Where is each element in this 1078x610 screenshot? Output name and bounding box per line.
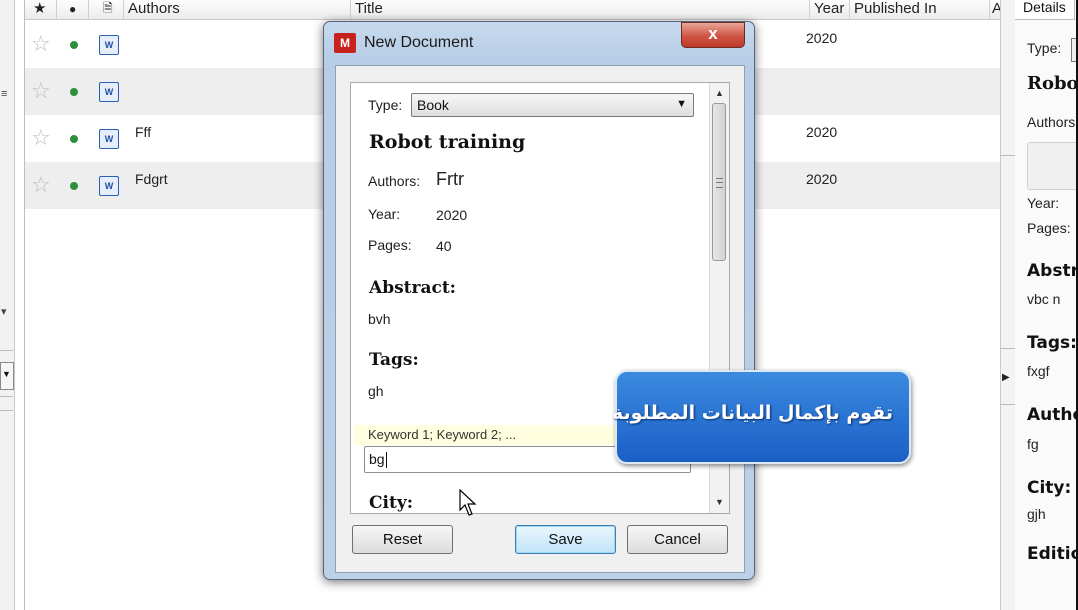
divider [0, 350, 13, 351]
left-pane-strip: ≡ ▾ ▼ [0, 0, 15, 610]
type-label: Type: [368, 97, 403, 113]
details-authors-label: Authors [1027, 114, 1076, 130]
details-type-label: Type: [1027, 40, 1062, 56]
title-column-header[interactable]: Title [351, 0, 810, 19]
details-author-keywords-heading: Autho [1027, 405, 1078, 425]
reset-button[interactable]: Reset [352, 525, 453, 554]
divider [1001, 404, 1015, 405]
details-splitter[interactable]: ▶ [1000, 0, 1016, 610]
tutorial-callout: تقوم بإكمال البيانات المطلوبة [611, 370, 911, 464]
star-icon: ★ [33, 0, 47, 17]
divider [1001, 155, 1015, 156]
keywords-input-value: bg [369, 451, 385, 467]
year-label: Year: [368, 206, 401, 222]
document-title[interactable]: Robot training [369, 131, 525, 153]
chevron-down-icon: ▼ [676, 98, 687, 110]
row-year: 2020 [806, 124, 838, 140]
authors-column-header[interactable]: Authors [124, 0, 351, 19]
type-select-value: Book [417, 97, 449, 113]
table-header: ★ ● 🗎 Authors Title Year Published In A [25, 0, 1001, 20]
scrollbar-thumb[interactable] [712, 103, 726, 261]
authors-value[interactable]: Frtr [436, 169, 464, 190]
tab-details[interactable]: Details [1015, 0, 1075, 20]
tags-value[interactable]: gh [368, 383, 384, 399]
row-year: 2020 [806, 171, 838, 187]
details-panel: Details Type: Robo Authors Year: Pages: … [1015, 0, 1078, 610]
details-tags-heading: Tags: [1027, 333, 1077, 353]
word-document-icon: W [99, 82, 119, 102]
star-icon[interactable]: ☆ [31, 174, 51, 196]
tags-heading: Tags: [369, 350, 419, 370]
word-document-icon: W [99, 176, 119, 196]
word-document-icon: W [99, 35, 119, 55]
new-document-dialog: M New Document x Type: Book ▼ Robot trai… [323, 21, 755, 580]
read-status-dot-icon[interactable] [70, 135, 78, 143]
read-status-dot-icon[interactable] [70, 88, 78, 96]
row-authors: Fdgrt [135, 171, 168, 187]
details-abstract-heading: Abstr [1027, 261, 1078, 281]
row-authors: Fff [135, 124, 152, 140]
pages-value[interactable]: 40 [436, 238, 452, 254]
callout-text: تقوم بإكمال البيانات المطلوبة [611, 402, 893, 424]
details-edition-heading: Editio [1027, 544, 1078, 564]
star-icon[interactable]: ☆ [31, 33, 51, 55]
filter-dropdown[interactable]: ▼ [0, 362, 14, 390]
details-year-label: Year: [1027, 195, 1060, 211]
doc-type-column-header[interactable]: 🗎 [89, 0, 124, 19]
star-icon[interactable]: ☆ [31, 80, 51, 102]
details-city-value[interactable]: gjh [1027, 506, 1046, 522]
divider [0, 396, 13, 397]
grip-icon [716, 178, 723, 188]
collapse-arrow-icon[interactable]: ▾ [1, 305, 7, 318]
close-button[interactable]: x [681, 22, 745, 48]
text-caret [385, 452, 387, 469]
collapse-right-icon[interactable]: ▶ [1002, 372, 1010, 383]
scroll-up-icon[interactable]: ▲ [715, 88, 724, 98]
details-abstract-value[interactable]: vbc n [1027, 291, 1060, 307]
divider [1001, 348, 1015, 349]
type-select[interactable]: Book ▼ [411, 93, 694, 117]
star-icon[interactable]: ☆ [31, 127, 51, 149]
published-in-column-header[interactable]: Published In [850, 0, 990, 19]
row-year: 2020 [806, 30, 838, 46]
pages-label: Pages: [368, 237, 412, 253]
details-authors-field[interactable] [1027, 142, 1078, 190]
abstract-value[interactable]: bvh [368, 311, 391, 327]
year-column-header[interactable]: Year [810, 0, 850, 19]
abstract-heading: Abstract: [369, 278, 456, 298]
details-pages-label: Pages: [1027, 220, 1071, 236]
document-icon: 🗎 [103, 1, 113, 15]
details-tags-value[interactable]: fxgf [1027, 363, 1050, 379]
scroll-down-icon[interactable]: ▼ [715, 497, 724, 507]
read-status-column-header[interactable]: ● [57, 0, 89, 19]
divider [0, 410, 13, 411]
word-document-icon: W [99, 129, 119, 149]
details-title[interactable]: Robo [1027, 73, 1078, 94]
read-status-dot-icon[interactable] [70, 182, 78, 190]
cancel-button[interactable]: Cancel [627, 525, 728, 554]
year-value[interactable]: 2020 [436, 207, 467, 223]
read-status-dot-icon[interactable] [70, 41, 78, 49]
dialog-title: New Document [364, 34, 474, 51]
chevron-down-icon: ▼ [2, 369, 11, 379]
save-button[interactable]: Save [515, 525, 616, 554]
favourite-column-header[interactable]: ★ [25, 0, 57, 19]
close-icon: x [708, 24, 718, 43]
details-city-heading: City: [1027, 478, 1072, 498]
app-logo-icon: M [334, 33, 356, 53]
authors-label: Authors: [368, 173, 421, 189]
details-author-keywords-value[interactable]: fg [1027, 436, 1039, 452]
dialog-body: Type: Book ▼ Robot training Authors: Frt… [335, 65, 745, 573]
city-heading: City: [369, 493, 413, 513]
splitter-grip-icon[interactable]: ≡ [1, 88, 7, 100]
dot-icon: ● [69, 2, 77, 16]
mouse-cursor-icon [459, 489, 477, 516]
